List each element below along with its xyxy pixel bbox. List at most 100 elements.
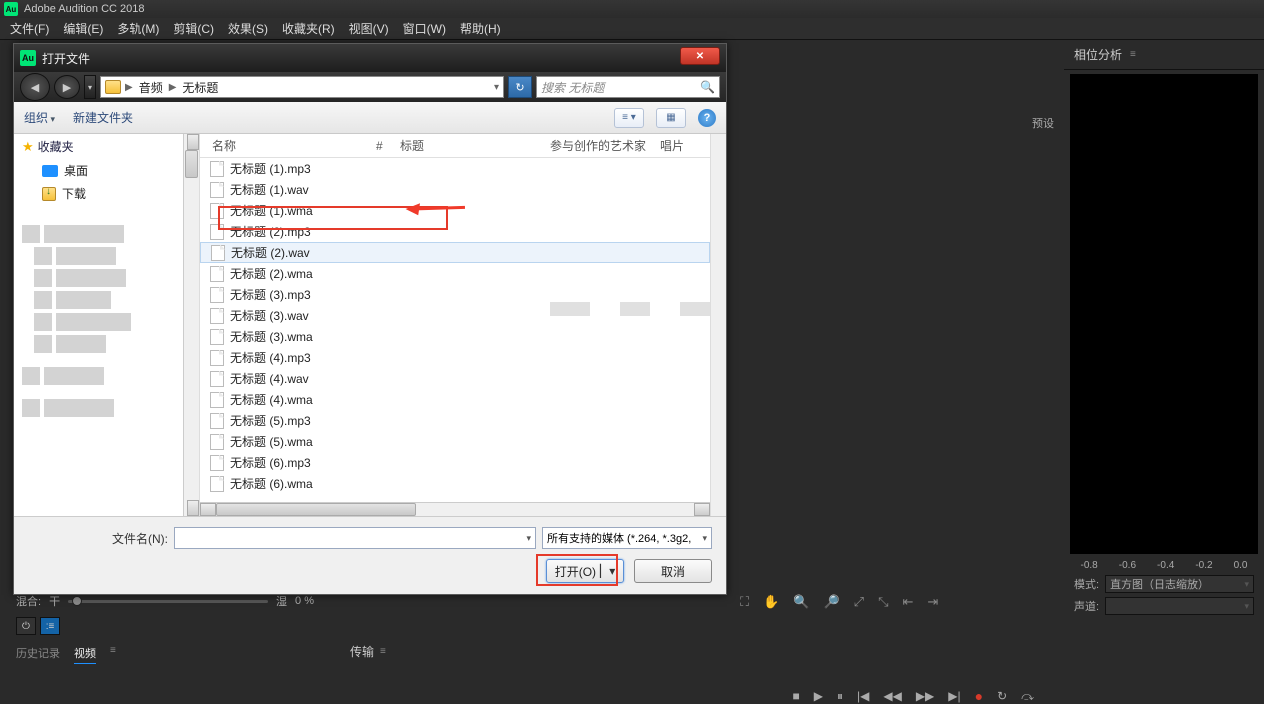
file-icon [210, 224, 224, 240]
chevron-down-icon[interactable]: ▾ [702, 533, 707, 544]
close-button[interactable]: ✕ [680, 47, 720, 65]
file-name: 无标题 (3).wav [230, 307, 309, 324]
column-headers[interactable]: 名称 # 标题 参与创作的艺术家 唱片 [200, 134, 726, 158]
col-name[interactable]: 名称 [206, 137, 376, 154]
search-icon[interactable]: 🔍 [700, 80, 715, 94]
refresh-button[interactable]: ↻ [508, 76, 532, 98]
filetype-select[interactable]: 所有支持的媒体 (*.264, *.3g2,▾ [542, 527, 712, 549]
power-icon[interactable]: ⏻ [16, 617, 36, 635]
dialog-titlebar[interactable]: Au 打开文件 ✕ [14, 44, 726, 72]
chevron-down-icon[interactable]: ▾ [526, 533, 531, 544]
menu-multitrack[interactable]: 多轨(M) [111, 18, 165, 39]
pause-icon[interactable]: ⏸ [837, 689, 843, 704]
zoom-sel-icon[interactable]: ⤡ [878, 594, 888, 610]
col-artist[interactable]: 参与创作的艺术家 [550, 137, 660, 154]
forward-icon[interactable]: ▶▶ [916, 689, 934, 703]
menu-view[interactable]: 视图(V) [343, 18, 395, 39]
col-num[interactable]: # [376, 139, 400, 153]
channel-select[interactable]: ▾ [1105, 597, 1254, 615]
preview-pane-button[interactable]: ▦ [656, 108, 686, 128]
view-mode-button[interactable]: ≡ ▾ [614, 108, 644, 128]
chevron-down-icon[interactable]: ▾ [494, 82, 499, 93]
file-row[interactable]: 无标题 (5).wma [200, 431, 710, 452]
phase-axis: -0.8 -0.6 -0.4 -0.2 0.0 [1064, 558, 1264, 573]
menu-file[interactable]: 文件(F) [4, 18, 55, 39]
phase-analysis-title: 相位分析 [1074, 46, 1122, 63]
file-icon [211, 245, 225, 261]
file-row[interactable]: 无标题 (1).mp3 [200, 158, 710, 179]
marquee-zoom-icon[interactable]: ⛶ [740, 594, 749, 610]
menubar: 文件(F) 编辑(E) 多轨(M) 剪辑(C) 效果(S) 收藏夹(R) 视图(… [0, 18, 1264, 40]
skip-icon[interactable]: ⤼ [1021, 689, 1034, 704]
nav-item-desktop[interactable]: 桌面 [14, 159, 199, 182]
preroll-icon[interactable]: :≡ [40, 617, 60, 635]
zoom-out-time-icon[interactable]: ⇥ [927, 594, 938, 610]
favorites-header[interactable]: ★ 收藏夹 [14, 134, 199, 159]
file-icon [210, 266, 224, 282]
go-end-icon[interactable]: ▶| [948, 689, 960, 703]
panel-menu-icon[interactable]: ≡ [380, 646, 386, 657]
file-row[interactable]: 无标题 (2).wav [200, 242, 710, 263]
address-bar[interactable]: ▶ 音频 ▶ 无标题 ▾ [100, 76, 504, 98]
back-button[interactable]: ◀ [20, 73, 50, 101]
zoom-full-icon[interactable]: ⤢ [854, 594, 864, 610]
file-row[interactable]: 无标题 (1).wma [200, 200, 710, 221]
breadcrumb-seg[interactable]: 无标题 [180, 79, 220, 96]
preset-label: 预设 [1032, 115, 1054, 131]
search-placeholder: 搜索 无标题 [541, 79, 604, 96]
file-name: 无标题 (1).mp3 [230, 160, 311, 177]
nav-scrollbar[interactable] [183, 134, 199, 516]
file-hscrollbar[interactable] [200, 502, 710, 516]
file-row[interactable]: 无标题 (6).wma [200, 473, 710, 494]
col-disc[interactable]: 唱片 [660, 137, 700, 154]
zoom-in-icon[interactable]: 🔍 [793, 594, 809, 610]
cancel-button[interactable]: 取消 [634, 559, 712, 583]
loop-icon[interactable]: ↻ [997, 689, 1007, 703]
menu-clip[interactable]: 剪辑(C) [167, 18, 220, 39]
file-row[interactable]: 无标题 (4).mp3 [200, 347, 710, 368]
organize-button[interactable]: 组织 [24, 109, 55, 126]
nav-pane: ★ 收藏夹 桌面 下载 [14, 134, 200, 516]
panel-menu-icon[interactable]: ≡ [110, 645, 116, 664]
go-start-icon[interactable]: |◀ [857, 689, 869, 703]
blurred-nav-items [22, 225, 191, 417]
file-row[interactable]: 无标题 (4).wav [200, 368, 710, 389]
tab-video[interactable]: 视频 [74, 645, 96, 664]
tab-history[interactable]: 历史记录 [16, 645, 60, 664]
rewind-icon[interactable]: ◀◀ [883, 689, 901, 703]
file-vscrollbar[interactable] [710, 134, 726, 516]
mix-slider[interactable] [68, 600, 268, 603]
breadcrumb-seg[interactable]: 音频 [137, 79, 165, 96]
filename-input[interactable]: ▾ [174, 527, 536, 549]
file-row[interactable]: 无标题 (6).mp3 [200, 452, 710, 473]
file-row[interactable]: 无标题 (1).wav [200, 179, 710, 200]
breadcrumb-sep-icon: ▶ [125, 82, 133, 93]
forward-button[interactable]: ▶ [54, 75, 80, 99]
menu-favorites[interactable]: 收藏夹(R) [276, 18, 341, 39]
file-row[interactable]: 无标题 (3).wma [200, 326, 710, 347]
record-icon[interactable]: ● [975, 688, 983, 704]
menu-help[interactable]: 帮助(H) [454, 18, 507, 39]
menu-window[interactable]: 窗口(W) [397, 18, 452, 39]
help-icon[interactable]: ? [698, 109, 716, 127]
col-title[interactable]: 标题 [400, 137, 550, 154]
open-button[interactable]: 打开(O)▏▾ [546, 559, 624, 583]
stop-icon[interactable]: ■ [792, 689, 799, 703]
new-folder-button[interactable]: 新建文件夹 [73, 109, 133, 126]
mode-select[interactable]: 直方图（日志缩放）▾ [1105, 575, 1254, 593]
file-row[interactable]: 无标题 (4).wma [200, 389, 710, 410]
file-row[interactable]: 无标题 (2).mp3 [200, 221, 710, 242]
file-row[interactable]: 无标题 (5).mp3 [200, 410, 710, 431]
file-icon [210, 392, 224, 408]
panel-menu-icon[interactable]: ≡ [1130, 49, 1136, 60]
hand-icon[interactable]: ✋ [763, 594, 779, 610]
play-icon[interactable]: ▶ [814, 689, 823, 703]
menu-effects[interactable]: 效果(S) [222, 18, 274, 39]
file-row[interactable]: 无标题 (2).wma [200, 263, 710, 284]
history-dropdown[interactable]: ▾ [84, 75, 96, 99]
zoom-out-icon[interactable]: 🔎 [823, 594, 839, 610]
menu-edit[interactable]: 编辑(E) [57, 18, 109, 39]
nav-item-downloads[interactable]: 下载 [14, 182, 199, 205]
search-input[interactable]: 搜索 无标题 🔍 [536, 76, 720, 98]
zoom-in-time-icon[interactable]: ⇤ [902, 594, 913, 610]
